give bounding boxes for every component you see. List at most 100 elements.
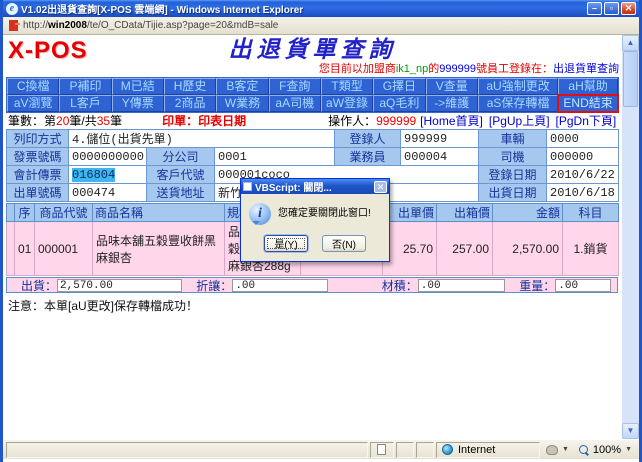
phishing-filter-control[interactable]: ▼: [542, 445, 573, 455]
browser-window: e V1.02出退貨查詢[X-POS 雲端網] - Windows Intern…: [0, 0, 642, 462]
window-title: V1.02出退貨查詢[X-POS 雲端網] - Windows Internet…: [21, 1, 584, 16]
employee-id: 999999: [439, 63, 476, 75]
login-user-label: 登錄人: [335, 130, 401, 148]
zoom-control[interactable]: 100% ▼: [575, 444, 636, 456]
col-account: 科目: [563, 204, 619, 222]
toolbar: C換檔 P補印 M已結 H歷史 B客定 F查詢 T類型 G擇日 V查量 aU強制…: [6, 77, 619, 113]
toolbar-button-product[interactable]: 2商品: [164, 95, 216, 112]
dialog-icon: [243, 182, 252, 191]
toolbar-button-login[interactable]: aW登錄: [321, 95, 373, 112]
vertical-scrollbar: ▲ ▼: [622, 35, 639, 439]
record-count: 筆數：第20筆/共35筆: [8, 112, 122, 129]
summary-bar: 出貨： 2,570.00 折讓： .00 材積： .00 重量： .00: [6, 277, 618, 293]
nav-pgdn-link[interactable]: [PgDn下頁]: [556, 112, 617, 129]
login-user-field[interactable]: 999999: [401, 130, 479, 148]
dialog-title: VBScript: 關閉...: [255, 179, 371, 194]
toolbar-button-type[interactable]: T類型: [321, 78, 373, 95]
status-bar: Internet ▼ 100% ▼: [3, 439, 639, 459]
col-amount: 金額: [493, 204, 563, 222]
toolbar-button-force-update[interactable]: aU強制更改: [478, 78, 558, 95]
toolbar-button-sales[interactable]: W業務: [216, 95, 268, 112]
vehicle-label: 車輛: [479, 130, 547, 148]
toolbar-button-closed[interactable]: M已結: [112, 78, 164, 95]
phishing-filter-icon: [546, 445, 558, 455]
toolbar-button-check-qty[interactable]: V查量: [426, 78, 478, 95]
status-message-panel: [6, 442, 368, 458]
toolbar-button-driver[interactable]: aA司機: [269, 95, 321, 112]
close-button[interactable]: ✕: [621, 2, 636, 15]
toolbar-button-save-convert[interactable]: aS保存轉檔: [478, 95, 558, 112]
ship-date-field[interactable]: 2010/6/18: [547, 184, 619, 202]
dialog-yes-button[interactable]: 是(Y): [264, 235, 308, 252]
page-title: 出退貨單查詢: [6, 37, 619, 63]
toolbar-button-customer[interactable]: L客戶: [59, 95, 111, 112]
scroll-up-icon[interactable]: ▲: [622, 35, 639, 51]
ship-total-field[interactable]: 2,570.00: [57, 279, 182, 292]
item-product-name: 品味本舖五穀豐收餅黑麻銀杏: [93, 222, 225, 276]
weight-label: 重量：: [519, 277, 555, 294]
toolbar-button-custom[interactable]: B客定: [216, 78, 268, 95]
invoice-field[interactable]: 0000000000: [69, 148, 147, 166]
internet-zone-label: Internet: [458, 444, 495, 456]
reg-date-field[interactable]: 2010/6/22: [547, 166, 619, 184]
minimize-button[interactable]: –: [587, 2, 602, 15]
toolbar-button-end[interactable]: END結束: [558, 95, 618, 112]
item-unit-price: 25.70: [383, 222, 437, 276]
customer-label: 客戶代號: [147, 166, 215, 184]
voucher-label: 會計傳票: [7, 166, 69, 184]
scroll-down-icon[interactable]: ▼: [622, 423, 639, 439]
col-unit-price: 出單價: [383, 204, 437, 222]
driver-field[interactable]: 000000: [547, 148, 619, 166]
col-product-name: 商品名稱: [93, 204, 225, 222]
branch-label: 分公司: [147, 148, 215, 166]
order-no-field[interactable]: 000474: [69, 184, 147, 202]
xpos-logo: X-POS: [8, 37, 88, 65]
branch-field[interactable]: 0001: [215, 148, 335, 166]
info-icon: i: [249, 203, 271, 225]
toolbar-button-voucher[interactable]: Y傳票: [112, 95, 164, 112]
status-note: 注意：本單[aU更改]保存轉檔成功！: [6, 293, 619, 314]
dialog-no-button[interactable]: 否(N): [322, 235, 366, 252]
dialog-close-icon[interactable]: ✕: [374, 181, 387, 193]
title-bar: e V1.02出退貨查詢[X-POS 雲端網] - Windows Intern…: [3, 0, 639, 17]
security-zone-panel: Internet: [436, 442, 540, 458]
salesman-label: 業務員: [335, 148, 401, 166]
voucher-field[interactable]: 016804: [69, 166, 147, 184]
zoom-level: 100%: [593, 444, 621, 456]
toolbar-button-history[interactable]: H歷史: [164, 78, 216, 95]
status-spacer-2: [416, 442, 434, 458]
vehicle-field[interactable]: 0000: [547, 130, 619, 148]
magnifier-icon: [579, 445, 589, 455]
toolbar-button-pick-date[interactable]: G擇日: [373, 78, 425, 95]
volume-field[interactable]: .00: [418, 279, 506, 292]
globe-icon: [442, 444, 453, 455]
toolbar-button-help[interactable]: aH幫助: [558, 78, 618, 95]
nav-pgup-link[interactable]: [PgUp上頁]: [489, 112, 550, 129]
record-info-bar: 筆數：第20筆/共35筆 印單：印表日期 操作人：999999 [Home首頁]…: [6, 113, 619, 128]
discount-label: 折讓：: [196, 277, 232, 294]
login-suffix: 號員工登錄在：: [476, 63, 553, 75]
weight-field[interactable]: .00: [555, 279, 611, 292]
toolbar-button-query[interactable]: F查詢: [269, 78, 321, 95]
nav-home-link[interactable]: [Home首頁]: [420, 112, 483, 129]
discount-field[interactable]: .00: [232, 279, 327, 292]
volume-label: 材積：: [382, 277, 418, 294]
toolbar-button-switch-file[interactable]: C換檔: [7, 78, 59, 95]
status-spacer-1: [396, 442, 414, 458]
print-mode-field[interactable]: 4.儲位(出貨先單): [69, 130, 335, 148]
toolbar-button-maintain[interactable]: ->維護: [426, 95, 478, 112]
login-page-name: 出退貨單查詢: [553, 63, 619, 75]
ship-date-label: 出貨日期: [479, 184, 547, 202]
maximize-button[interactable]: ▫: [604, 2, 619, 15]
toolbar-button-reprint[interactable]: P補印: [59, 78, 111, 95]
toolbar-button-margin[interactable]: aQ毛利: [373, 95, 425, 112]
vbscript-dialog: VBScript: 關閉... ✕ i 您確定要關閉此窗口! 是(Y) 否(N): [240, 178, 390, 262]
salesman-field[interactable]: 000004: [401, 148, 479, 166]
toolbar-button-browse[interactable]: aV瀏覽: [7, 95, 59, 112]
address-input[interactable]: http://win2008/te/O_CData/Tijie.asp?page…: [23, 20, 278, 31]
address-bar: http://win2008/te/O_CData/Tijie.asp?page…: [3, 17, 639, 35]
scrollbar-track[interactable]: [622, 51, 639, 423]
address-label: 送貨地址: [147, 184, 215, 202]
login-prefix: 您目前以加盟商: [319, 63, 396, 75]
scrollbar-thumb[interactable]: [623, 51, 638, 107]
